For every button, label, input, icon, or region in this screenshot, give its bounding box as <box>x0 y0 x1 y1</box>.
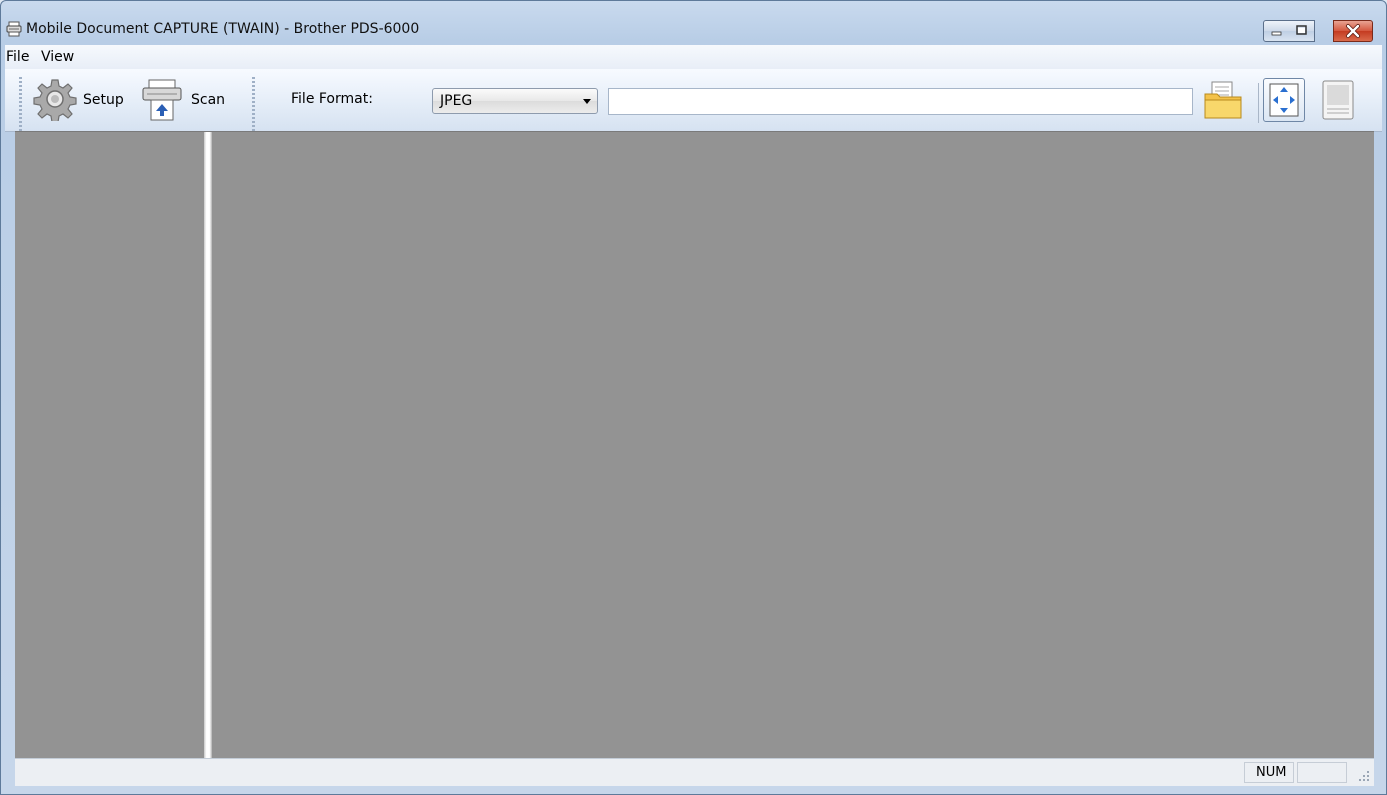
setup-label: Setup <box>83 92 124 108</box>
file-format-value: JPEG <box>440 93 473 109</box>
toolbar-grip[interactable] <box>19 77 22 131</box>
restore-button[interactable] <box>1289 20 1315 42</box>
setup-button[interactable]: Setup <box>33 79 133 121</box>
scanner-icon <box>142 79 182 121</box>
window-title: Mobile Document CAPTURE (TWAIN) - Brothe… <box>26 21 420 37</box>
fit-to-window-button[interactable] <box>1263 78 1305 122</box>
status-bar: NUM <box>15 758 1374 786</box>
menu-file[interactable]: File <box>6 49 29 65</box>
title-bar[interactable]: Mobile Document CAPTURE (TWAIN) - Brothe… <box>1 1 1386 45</box>
close-icon <box>1346 24 1360 38</box>
fit-to-window-icon <box>1269 83 1299 117</box>
menu-view[interactable]: View <box>41 49 74 65</box>
scan-label: Scan <box>191 92 226 108</box>
toolbar: Setup Scan File Format: JPEG <box>5 69 1382 132</box>
status-extra-panel <box>1297 762 1347 783</box>
status-message <box>15 762 1241 783</box>
preview-pane[interactable] <box>212 132 1374 759</box>
thumbnail-pane[interactable] <box>15 132 204 759</box>
browse-folder-button[interactable] <box>1203 80 1243 120</box>
chevron-down-icon <box>583 99 591 104</box>
close-button[interactable] <box>1333 20 1373 42</box>
folder-icon <box>1204 81 1242 119</box>
scan-button[interactable]: Scan <box>141 79 233 121</box>
minimize-button[interactable] <box>1263 20 1290 42</box>
resize-grip-icon[interactable] <box>1358 770 1370 782</box>
page-view-button[interactable] <box>1321 79 1361 120</box>
toolbar-separator <box>1258 83 1259 123</box>
menu-bar: File View <box>5 45 1382 69</box>
page-icon <box>1322 80 1354 120</box>
pane-splitter[interactable] <box>204 132 212 759</box>
toolbar-grip-2[interactable] <box>252 77 255 131</box>
file-format-label: File Format: <box>291 91 373 107</box>
gear-icon <box>33 79 77 121</box>
document-area <box>15 131 1374 759</box>
restore-icon <box>1296 25 1307 35</box>
scanner-icon <box>6 21 22 37</box>
main-window: Mobile Document CAPTURE (TWAIN) - Brothe… <box>0 0 1387 795</box>
file-format-select[interactable]: JPEG <box>432 88 598 114</box>
file-path-input[interactable] <box>608 88 1193 115</box>
num-lock-indicator: NUM <box>1244 762 1294 783</box>
minimize-icon <box>1271 31 1282 36</box>
